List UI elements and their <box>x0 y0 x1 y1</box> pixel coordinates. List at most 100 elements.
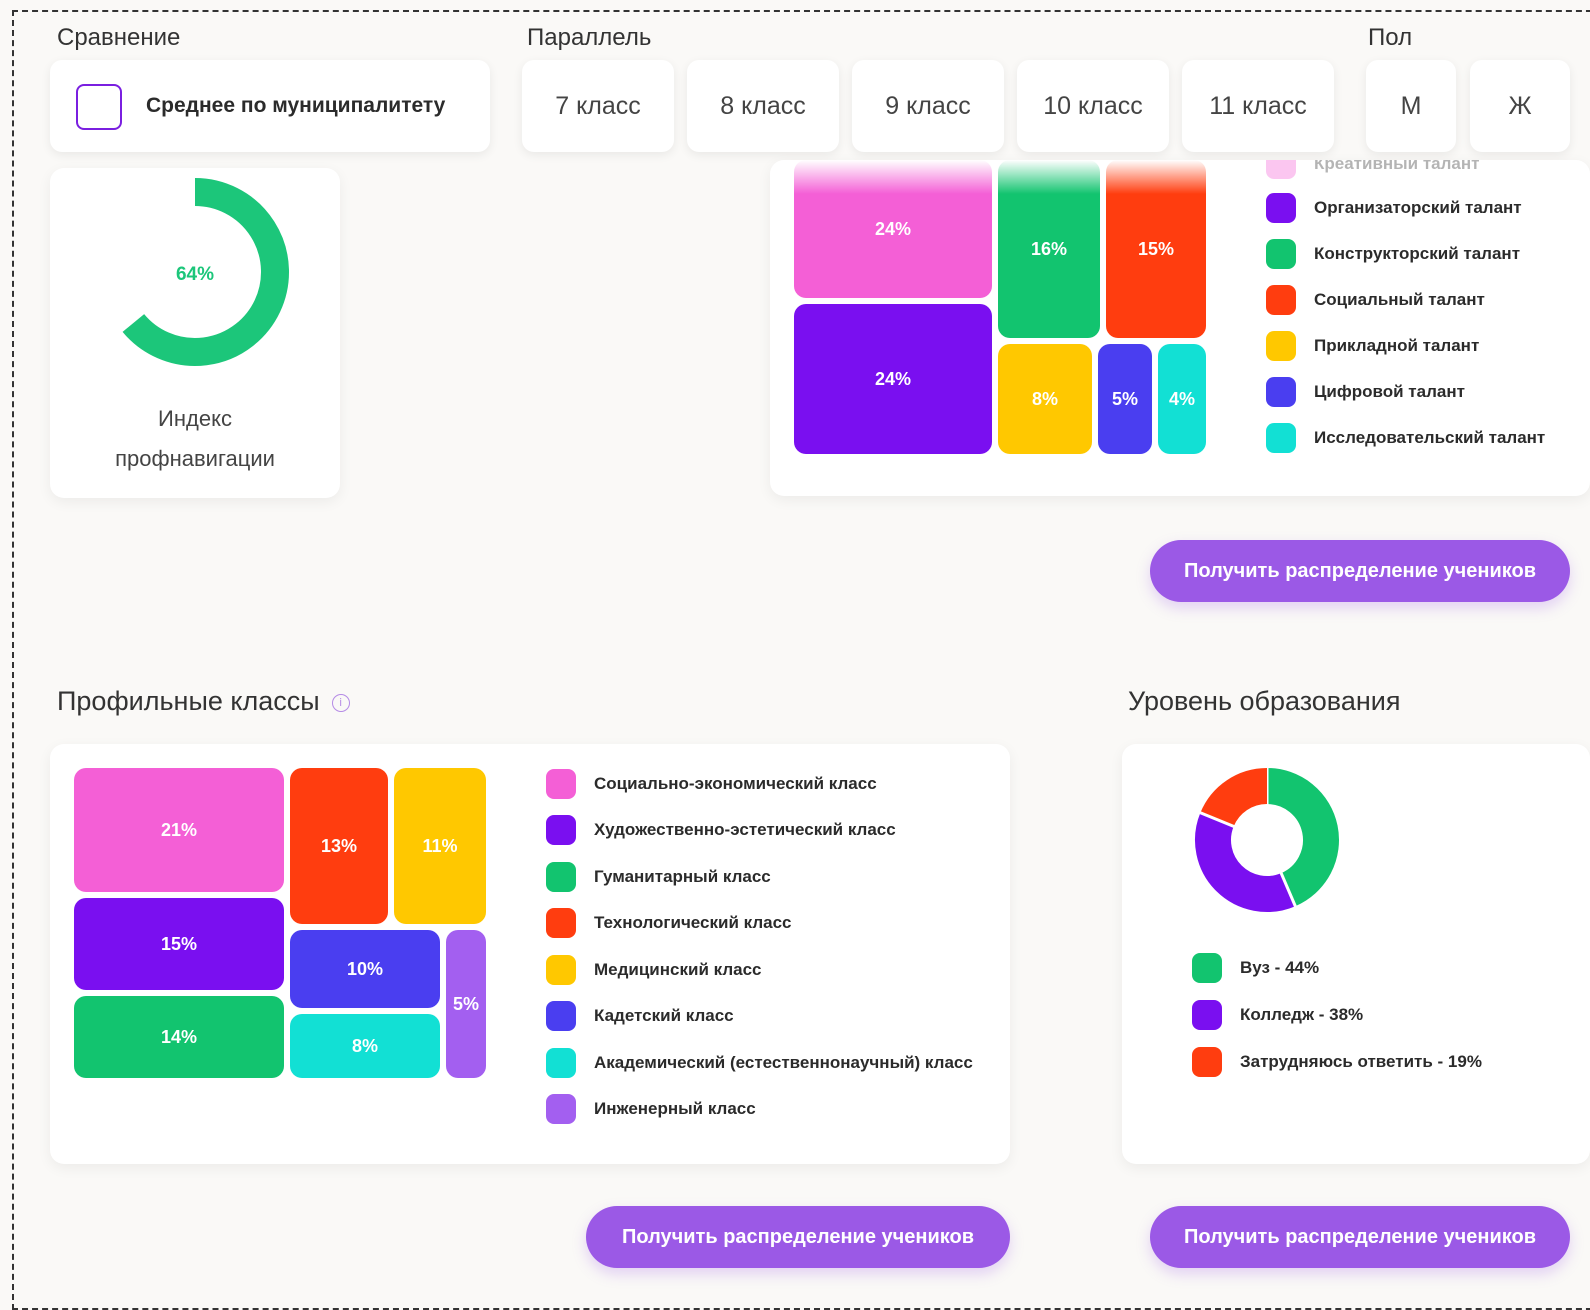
legend-swatch <box>546 955 576 985</box>
parallel-label: Параллель <box>527 24 652 51</box>
gender-f-button[interactable]: Ж <box>1470 60 1570 152</box>
class-tile-7-label: 8% <box>351 1035 378 1056</box>
class-tile-2: 15% <box>74 898 284 990</box>
comparison-checkbox[interactable] <box>76 84 122 130</box>
legend-swatch <box>546 1048 576 1078</box>
education-donut-chart <box>1195 767 1339 912</box>
education-title: Уровень образования <box>1128 686 1401 716</box>
legend-label: Затрудняюсь ответить - 19% <box>1240 1052 1482 1071</box>
class-tile-5: 11% <box>394 768 486 924</box>
legend-label: Конструкторский талант <box>1314 244 1521 263</box>
legend-swatch <box>1266 331 1296 361</box>
talent-tile-2: 24% <box>794 304 992 454</box>
class-tile-1: 21% <box>74 768 284 892</box>
education-legend-1: Вуз - 44% <box>1192 952 1319 984</box>
grade-7-button[interactable]: 7 класс <box>522 60 674 152</box>
info-icon[interactable]: i <box>331 693 350 712</box>
talent-tile-6-label: 5% <box>1111 388 1138 409</box>
grade-11-button[interactable]: 11 класс <box>1182 60 1334 152</box>
legend-swatch <box>1266 160 1296 179</box>
classes-legend-4: Технологический класс <box>546 907 792 939</box>
class-tile-5-label: 11% <box>422 835 458 856</box>
talent-tile-1-label: 24% <box>874 218 912 239</box>
class-tile-6: 10% <box>290 930 440 1008</box>
class-tile-4: 13% <box>290 768 388 924</box>
legend-label: Инженерный класс <box>594 1099 756 1118</box>
legend-label: Вуз - 44% <box>1240 958 1320 977</box>
talents-legend-2: Конструкторский талант <box>1266 238 1520 270</box>
index-card: 64% Индекс профнавигации <box>50 168 340 498</box>
class-tile-8-label: 5% <box>452 993 479 1014</box>
comparison-label: Сравнение <box>57 24 181 51</box>
talent-tile-2-label: 24% <box>874 368 912 389</box>
legend-swatch <box>1192 1000 1222 1030</box>
profile-classes-title: Профильные классы i <box>57 686 350 717</box>
legend-label: Социально-экономический класс <box>594 774 877 793</box>
talents-legend-6: Исследовательский талант <box>1266 422 1545 454</box>
classes-distribution-button[interactable]: Получить распределение учеников <box>586 1206 1010 1268</box>
education-slice-1 <box>1266 768 1339 907</box>
index-caption-line1: Индекс <box>158 406 232 431</box>
talent-tile-7: 4% <box>1158 344 1206 454</box>
class-tile-6-label: 10% <box>346 958 384 979</box>
education-distribution-button[interactable]: Получить распределение учеников <box>1150 1206 1570 1268</box>
legend-swatch <box>546 1094 576 1124</box>
legend-label: Колледж - 38% <box>1240 1005 1364 1024</box>
education-legend-3: Затрудняюсь ответить - 19% <box>1192 1046 1482 1078</box>
legend-label: Гуманитарный класс <box>594 867 771 886</box>
education-slice-2 <box>1195 812 1296 912</box>
gender-m-button[interactable]: М <box>1366 60 1456 152</box>
legend-swatch <box>546 908 576 938</box>
legend-swatch <box>1266 423 1296 453</box>
classes-legend-1: Социально-экономический класс <box>546 768 877 800</box>
legend-label: Кадетский класс <box>594 1006 734 1025</box>
legend-label: Организаторский талант <box>1314 198 1522 217</box>
education-legend-2: Колледж - 38% <box>1192 999 1363 1031</box>
legend-label: Исследовательский талант <box>1314 428 1546 447</box>
profile-classes-title-text: Профильные классы <box>57 686 320 716</box>
legend-label: Медицинский класс <box>594 960 762 979</box>
index-caption-line2: профнавигации <box>115 446 275 471</box>
talent-tile-6: 5% <box>1098 344 1152 454</box>
legend-swatch <box>1192 1047 1222 1077</box>
legend-swatch <box>546 815 576 845</box>
legend-swatch <box>546 769 576 799</box>
talents-distribution-button[interactable]: Получить распределение учеников <box>1150 540 1570 602</box>
talent-tile-5: 8% <box>998 344 1092 454</box>
legend-swatch <box>546 862 576 892</box>
talents-legend-cut: Креативный талант <box>1266 160 1479 180</box>
talents-legend-3: Социальный талант <box>1266 284 1485 316</box>
classes-legend-3: Гуманитарный класс <box>546 861 771 893</box>
class-tile-1-label: 21% <box>160 819 198 840</box>
class-tile-7: 8% <box>290 1014 440 1078</box>
class-tile-3: 14% <box>74 996 284 1078</box>
class-tile-2-label: 15% <box>160 933 198 954</box>
grade-8-button[interactable]: 8 класс <box>687 60 839 152</box>
legend-swatch <box>1266 193 1296 223</box>
profile-classes-card: 21% 15% 14% 13% 11% 10% 8% 5% Социально-… <box>50 744 1010 1164</box>
legend-label: Социальный талант <box>1314 290 1485 309</box>
education-slice-3 <box>1200 768 1268 828</box>
education-card: Вуз - 44% Колледж - 38% Затрудняюсь отве… <box>1122 744 1590 1164</box>
talents-legend-1: Организаторский талант <box>1266 192 1522 224</box>
legend-label: Академический (естественнонаучный) класс <box>594 1053 973 1072</box>
legend-label: Прикладной талант <box>1314 336 1480 355</box>
index-value: 64% <box>176 264 214 285</box>
talents-legend-4: Прикладной талант <box>1266 330 1479 362</box>
grade-9-button[interactable]: 9 класс <box>852 60 1004 152</box>
legend-label: Художественно-эстетический класс <box>594 820 896 839</box>
talent-tile-5-label: 8% <box>1031 388 1058 409</box>
index-donut-chart: 64% <box>122 178 289 366</box>
classes-legend-5: Медицинский класс <box>546 954 762 986</box>
talents-card: 24% 24% 16% 15% 8% 5% 4% Креативный тала… <box>770 160 1590 496</box>
classes-legend-2: Художественно-эстетический класс <box>546 814 896 846</box>
legend-label: Цифровой талант <box>1314 382 1465 401</box>
legend-swatch <box>1192 953 1222 983</box>
legend-swatch <box>1266 377 1296 407</box>
classes-legend-7: Академический (естественнонаучный) класс <box>546 1047 973 1079</box>
talent-tile-4-label: 15% <box>1137 238 1175 259</box>
legend-label: Технологический класс <box>594 913 792 932</box>
grade-10-button[interactable]: 10 класс <box>1017 60 1169 152</box>
legend-swatch <box>546 1001 576 1031</box>
comparison-toggle[interactable]: Среднее по муниципалитету <box>50 60 490 152</box>
